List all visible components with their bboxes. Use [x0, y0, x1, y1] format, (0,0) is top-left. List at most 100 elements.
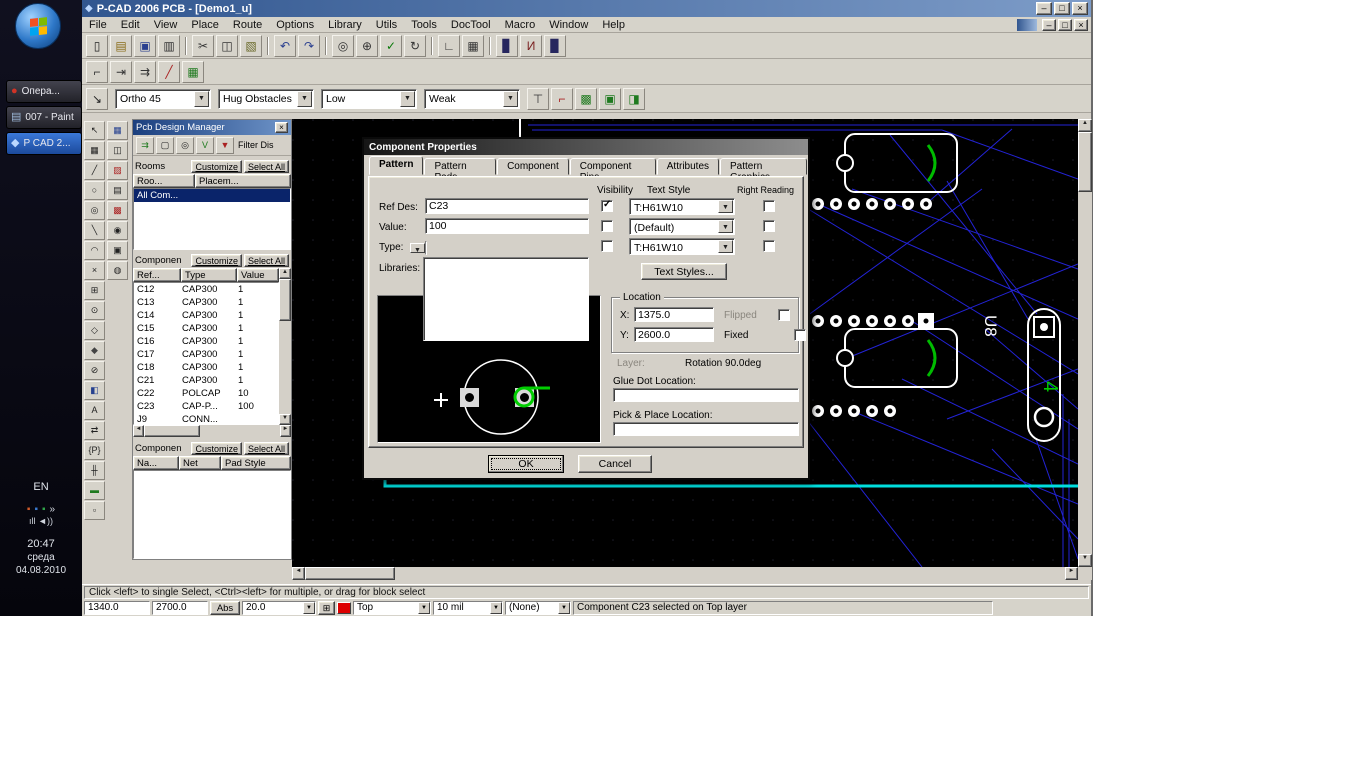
net-highlight-icon[interactable]: ▣	[599, 88, 621, 110]
open-icon[interactable]: ▤	[110, 35, 132, 57]
component-row[interactable]: C14 CAP300 1	[134, 309, 278, 322]
menu-item[interactable]: Edit	[114, 18, 147, 32]
nets-column-padstyle[interactable]: Pad Style	[221, 456, 291, 470]
arc-tool-icon[interactable]: ◠	[84, 241, 105, 260]
nets-customize-button[interactable]: Customize	[191, 442, 242, 455]
panel-close-button[interactable]: ×	[275, 122, 288, 133]
cursor-y-field[interactable]: 2700.0	[152, 601, 208, 615]
redraw-icon[interactable]: ↻	[404, 35, 426, 57]
layer-bar-tool-icon[interactable]: ▬	[84, 481, 105, 500]
flipped-checkbox[interactable]	[778, 309, 790, 321]
print-icon[interactable]: ▥	[158, 35, 180, 57]
bus-route-icon[interactable]: ⇉	[134, 61, 156, 83]
tray-app-blue-icon[interactable]: ▪	[34, 504, 38, 515]
redo-icon[interactable]: ↷	[298, 35, 320, 57]
components-column-type[interactable]: Type	[181, 268, 237, 282]
value-input[interactable]	[425, 218, 589, 234]
dm-highlight-icon[interactable]: V	[196, 137, 214, 154]
tray-app-green-icon[interactable]: ▪	[42, 504, 46, 515]
dm-selection-box-icon[interactable]: ▢	[156, 137, 174, 154]
dialog-tab[interactable]: Pattern Graphics	[720, 158, 807, 175]
split-view-icon[interactable]: ◫	[107, 141, 128, 160]
drc-check-icon[interactable]: ✓	[380, 35, 402, 57]
right-reading-checkbox[interactable]	[763, 240, 775, 252]
component-row[interactable]: C22 POLCAP 10	[134, 387, 278, 400]
menu-item[interactable]: Help	[595, 18, 632, 32]
mdi-minimize-button[interactable]: –	[1042, 19, 1056, 31]
connection-tool-icon[interactable]: ⇄	[84, 421, 105, 440]
menu-item[interactable]: Route	[226, 18, 269, 32]
copper-pour-tool-icon[interactable]: ◧	[84, 381, 105, 400]
nets-select-all-button[interactable]: Select All	[244, 442, 289, 455]
menu-item[interactable]: Tools	[404, 18, 444, 32]
clipboard-icon[interactable]: ▣	[107, 241, 128, 260]
measure-icon[interactable]: ∟	[438, 35, 460, 57]
menu-item[interactable]: Macro	[498, 18, 543, 32]
sheet-icon[interactable]: ▤	[107, 181, 128, 200]
ref-des-input[interactable]	[425, 198, 589, 214]
component-row[interactable]: C16 CAP300 1	[134, 335, 278, 348]
verify-design-icon[interactable]: ▨	[107, 161, 128, 180]
mdi-restore-button[interactable]: □	[1058, 19, 1072, 31]
component-row[interactable]: C17 CAP300 1	[134, 348, 278, 361]
paste-icon[interactable]: ▧	[240, 35, 262, 57]
component-row[interactable]: C23 CAP-P... 100	[134, 400, 278, 413]
rooms-column-header[interactable]: Roo...	[133, 174, 195, 188]
dm-forward-icon[interactable]: ⇉	[136, 137, 154, 154]
cross-tool-icon[interactable]: ×	[84, 261, 105, 280]
layer-select[interactable]: Top ▼	[353, 601, 431, 615]
line-tool-icon[interactable]: ╲	[84, 221, 105, 240]
close-button[interactable]: ×	[1072, 2, 1088, 15]
pattern-editor-icon[interactable]: ▊	[496, 35, 518, 57]
cutout-tool-icon[interactable]: ◆	[84, 341, 105, 360]
unroute-icon[interactable]: ⌐	[551, 88, 573, 110]
layer-color-swatch[interactable]	[337, 602, 351, 614]
info-icon[interactable]: ◍	[107, 261, 128, 280]
design-manager-toggle-icon[interactable]: ▦	[107, 121, 128, 140]
undo-icon[interactable]: ↶	[274, 35, 296, 57]
grid-toggle-button[interactable]: ⊞	[318, 601, 335, 615]
miter-icon[interactable]: ╱	[158, 61, 180, 83]
zoom-in-icon[interactable]: ⊕	[356, 35, 378, 57]
components-customize-button[interactable]: Customize	[191, 254, 242, 267]
glue-dot-input[interactable]	[613, 388, 799, 402]
dialog-tab[interactable]: Attributes	[657, 158, 719, 175]
visibility-checkbox[interactable]	[601, 240, 613, 252]
clock-time[interactable]: 20:47	[0, 538, 82, 550]
net-select[interactable]: (None) ▼	[505, 601, 571, 615]
text-tool-icon[interactable]: A	[84, 401, 105, 420]
interactive-route-icon[interactable]: ⊤	[527, 88, 549, 110]
zoom-tool-icon[interactable]: ◎	[84, 201, 105, 220]
via-tool-icon[interactable]: ⊙	[84, 301, 105, 320]
components-scrollbar[interactable]: ▲ ▼	[279, 268, 291, 425]
language-indicator[interactable]: EN	[0, 481, 82, 493]
dialog-tab[interactable]: Component Pins	[570, 158, 656, 175]
select-tool-icon[interactable]: ↖	[84, 121, 105, 140]
right-reading-checkbox[interactable]	[763, 220, 775, 232]
component-row[interactable]: C21 CAP300 1	[134, 374, 278, 387]
priority-select[interactable]: Low ▼	[321, 89, 417, 109]
dm-zoom-icon[interactable]: ◎	[176, 137, 194, 154]
dialog-tab[interactable]: Pattern	[369, 156, 423, 175]
abs-rel-button[interactable]: Abs	[210, 601, 240, 615]
component-row[interactable]: J9 CONN...	[134, 413, 278, 425]
menu-item[interactable]: Place	[184, 18, 226, 32]
menu-item[interactable]: Window	[542, 18, 595, 32]
manual-route-icon[interactable]: ↘	[86, 88, 108, 110]
component-row[interactable]: C12 CAP300 1	[134, 283, 278, 296]
room-row[interactable]: All Com...	[134, 189, 290, 202]
grid-select[interactable]: 20.0 ▼	[242, 601, 316, 615]
point-tool-icon[interactable]: {P}	[84, 441, 105, 460]
mdi-close-button[interactable]: ×	[1074, 19, 1088, 31]
text-style-select[interactable]: (Default) ▼	[629, 218, 735, 235]
menu-item[interactable]: Utils	[369, 18, 404, 32]
pick-place-input[interactable]	[613, 422, 799, 436]
ortho-mode-select[interactable]: Ortho 45 ▼	[115, 89, 211, 109]
record-icon[interactable]: ◉	[107, 221, 128, 240]
grid-tool-icon[interactable]: ▦	[84, 141, 105, 160]
library-manager-icon[interactable]: ▉	[544, 35, 566, 57]
orthogonal-line-icon[interactable]: ⌐	[86, 61, 108, 83]
detail-tool-icon[interactable]: ▫	[84, 501, 105, 520]
pad-tool-icon[interactable]: ⊞	[84, 281, 105, 300]
component-row[interactable]: C18 CAP300 1	[134, 361, 278, 374]
